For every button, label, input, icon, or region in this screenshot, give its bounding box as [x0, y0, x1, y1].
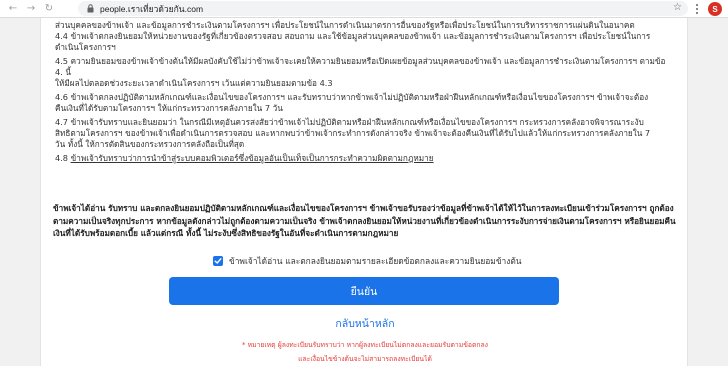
forward-arrow-icon[interactable]: → [24, 2, 38, 16]
confirm-button[interactable]: ยืนยัน [169, 277, 559, 305]
terms-line: 4.7 ข้าพเจ้ารับทราบและยินยอมว่า ในกรณีมี… [55, 117, 644, 127]
browser-toolbar: ← → ↻ people.เราเที่ยวด้วยกัน.com ☆ S [0, 0, 728, 18]
terms-text: ส่วนบุคคลของข้าพเจ้า และข้อมูลการชำระเงิ… [55, 20, 675, 164]
terms-clause-number: 4.8 [55, 153, 71, 163]
terms-underlined-clause: ข้าพเจ้ารับทราบว่าการนำข้าสู่ระบบคอมพิวเ… [70, 153, 434, 163]
checkmark-icon [214, 258, 222, 264]
lock-icon[interactable] [85, 4, 95, 14]
terms-line: วัน ทั้งนี้ ให้การตัดสินของกระทรวงการคลั… [55, 139, 245, 149]
agreement-statement: ข้าพเจ้าได้อ่าน รับทราบ และตกลงยินยอมปฏิ… [53, 203, 676, 238]
terms-line: 4.6 ข้าพเจ้าตกลงปฏิบัติตามหลักเกณฑ์และเง… [55, 92, 649, 102]
terms-line: ดำเนินโครงการฯ [55, 42, 116, 52]
terms-line: 4.4 ข้าพเจ้าตกลงยินยอมให้หน่วยงานของรัฐท… [55, 31, 651, 41]
profile-avatar[interactable]: S [708, 2, 722, 16]
consent-checkbox[interactable] [213, 256, 223, 266]
terms-line: ส่วนบุคคลของข้าพเจ้า และข้อมูลการชำระเงิ… [55, 20, 635, 30]
terms-line: 4.5 ความยินยอมของข้าพเจ้าข้างต้นให้มีผลบ… [55, 56, 666, 77]
terms-line: ให้มีผลไปตลอดช่วงระยะเวลาดำเนินโครงการฯ … [55, 78, 333, 88]
consent-row[interactable]: ข้าพเจ้าได้อ่าน และตกลงยินยอมตามรายละเอี… [213, 254, 522, 268]
registration-note-line2: และเงื่อนไขข้างต้นจะไม่สามารถลงทะเบียนได… [298, 355, 432, 363]
registration-note-line1: * หมายเหตุ ผู้ลงทะเบียนรับทราบว่า หากผู้… [242, 341, 488, 349]
terms-line: คืนเงินที่ได้รับตามโครงการฯ ให้แก่กระทรว… [55, 103, 283, 113]
consent-label[interactable]: ข้าพเจ้าได้อ่าน และตกลงยินยอมตามรายละเอี… [229, 254, 522, 268]
reload-icon[interactable]: ↻ [42, 2, 56, 16]
back-to-home-link[interactable]: กลับหน้าหลัก [41, 315, 689, 332]
bookmark-star-icon[interactable]: ☆ [673, 2, 682, 13]
terms-card: ส่วนบุคคลของข้าพเจ้า และข้อมูลการชำระเงิ… [40, 18, 688, 366]
url-text: people.เราเที่ยวด้วยกัน.com [100, 3, 204, 14]
menu-dots-icon[interactable] [696, 4, 699, 14]
terms-line: สิทธิตามโครงการฯ ของข้าพเจ้าเพื่อดำเนินก… [55, 128, 651, 138]
terms-line-last: 4.8 ข้าพเจ้ารับทราบว่าการนำข้าสู่ระบบคอม… [55, 153, 675, 164]
back-arrow-icon[interactable]: ← [6, 2, 20, 16]
address-bar[interactable]: people.เราเที่ยวด้วยกัน.com ☆ [78, 1, 688, 16]
